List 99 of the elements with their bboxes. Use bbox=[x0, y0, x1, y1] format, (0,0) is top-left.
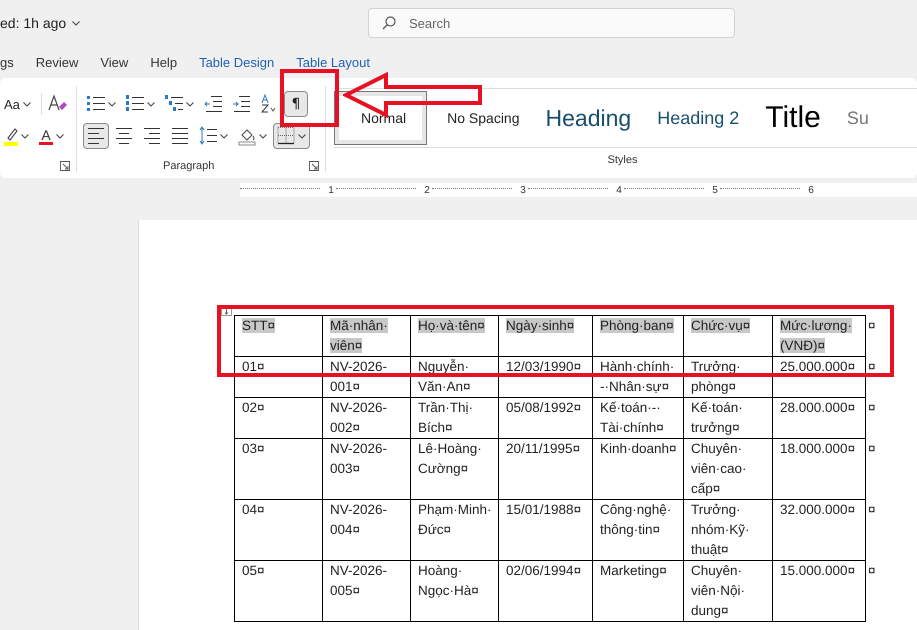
bullet-list-icon bbox=[87, 94, 105, 114]
table-cell: 18.000.000¤ bbox=[772, 438, 866, 500]
table-cell: 01¤ bbox=[234, 356, 322, 398]
column-header: Mức·lương·(VNĐ)¤ bbox=[772, 316, 866, 356]
style-item[interactable]: Title bbox=[759, 101, 827, 135]
justify-icon bbox=[171, 126, 189, 146]
ruler-number: 1 bbox=[327, 184, 335, 196]
caret-icon bbox=[186, 102, 194, 106]
table-cell: 15.000.000¤ bbox=[772, 560, 866, 622]
table-cell: NV-2026-002¤ bbox=[322, 398, 410, 438]
table-cell: Kế·toán·trưởng¤ bbox=[684, 398, 772, 438]
column-header: Phòng·ban¤ bbox=[592, 316, 684, 356]
table-cell: Lê·Hoàng·Cường¤ bbox=[410, 438, 498, 500]
table-cell: 05/08/1992¤ bbox=[498, 398, 592, 438]
table-cell: Marketing¤ bbox=[592, 560, 684, 622]
increase-indent-icon bbox=[232, 94, 250, 114]
end-of-row-mark: ¤ bbox=[866, 398, 882, 438]
ruler-number: 3 bbox=[519, 184, 527, 196]
table-cell: 20/11/1995¤ bbox=[498, 438, 592, 500]
table-cell: 04¤ bbox=[234, 500, 322, 560]
table-cell: Công·nghệ·thông·tin¤ bbox=[592, 500, 684, 560]
table-cell: Trần·Thị·Bích¤ bbox=[410, 398, 498, 438]
style-item[interactable]: Su bbox=[840, 108, 875, 128]
font-color-button[interactable]: A bbox=[35, 125, 68, 147]
style-item[interactable]: No Spacing bbox=[441, 110, 526, 126]
end-of-row-mark: ¤ bbox=[866, 560, 882, 622]
caret-icon bbox=[72, 20, 80, 26]
table-cell: Chuyên·viên·cao·cấp¤ bbox=[684, 438, 772, 500]
annotation-rectangle bbox=[280, 69, 339, 127]
ruler-number: 4 bbox=[615, 184, 623, 196]
table-cell: 02/06/1994¤ bbox=[498, 560, 592, 622]
table-cell: Chuyên·viên·Nội·dung¤ bbox=[684, 560, 772, 622]
column-header: Ngày·sinh¤ bbox=[498, 316, 592, 356]
table-cell: 28.000.000¤ bbox=[772, 398, 866, 438]
column-header: STT¤ bbox=[234, 316, 322, 356]
change-case-button[interactable]: Aa bbox=[0, 93, 35, 115]
end-of-row-mark: ¤ bbox=[866, 316, 882, 356]
align-left-button[interactable] bbox=[83, 123, 109, 149]
dialog-launcher-icon[interactable] bbox=[60, 161, 70, 171]
table-cell: Nguyễn·Văn·An¤ bbox=[410, 356, 498, 398]
group-label: Styles bbox=[608, 154, 638, 166]
end-of-row-mark: ¤ bbox=[866, 356, 882, 398]
decrease-indent-icon bbox=[204, 94, 222, 114]
table-cell: 12/03/1990¤ bbox=[498, 356, 592, 398]
style-item[interactable]: Heading 2 bbox=[651, 108, 746, 128]
table-cell: NV-2026-004¤ bbox=[322, 500, 410, 560]
table-cell: Trưởng·nhóm·Kỹ·thuật¤ bbox=[684, 500, 772, 560]
caret-icon bbox=[259, 134, 267, 138]
search-icon bbox=[382, 16, 396, 30]
line-spacing-icon bbox=[199, 126, 217, 146]
search-field[interactable]: Search bbox=[368, 8, 735, 38]
ribbon-tab[interactable]: Table Layout bbox=[296, 54, 370, 70]
ribbon-tab[interactable]: View bbox=[100, 54, 128, 70]
ribbon-tab[interactable]: Review bbox=[36, 54, 78, 70]
caret-icon bbox=[147, 102, 155, 106]
table-cell: 02¤ bbox=[234, 398, 322, 438]
caret-icon bbox=[22, 102, 31, 106]
table-cell: NV-2026-001¤ bbox=[322, 356, 410, 398]
sort-icon bbox=[260, 94, 278, 114]
multilevel-list-icon bbox=[165, 94, 183, 114]
table-cell: 05¤ bbox=[234, 560, 322, 622]
ruler-number: 6 bbox=[807, 184, 815, 196]
column-header: Họ·và·tên¤ bbox=[410, 316, 498, 356]
borders-icon bbox=[277, 126, 295, 146]
caret-icon bbox=[220, 134, 228, 138]
caret-icon bbox=[108, 102, 116, 106]
ruler-number: 2 bbox=[423, 184, 431, 196]
column-header: Chức·vụ¤ bbox=[684, 316, 772, 356]
table-cell: 25.000.000¤ bbox=[772, 356, 866, 398]
ruler-number: 5 bbox=[711, 184, 719, 196]
style-item[interactable]: Heading bbox=[540, 104, 638, 132]
table-cell: 32.000.000¤ bbox=[772, 500, 866, 560]
table-cell: Phạm·Minh·Đức¤ bbox=[410, 500, 498, 560]
column-header: Mã·nhân·viên¤ bbox=[322, 316, 410, 356]
dialog-launcher-icon[interactable] bbox=[309, 161, 319, 171]
highlighter-icon bbox=[4, 126, 18, 146]
align-left-icon bbox=[87, 126, 105, 146]
saved-status[interactable]: ed: 1h ago bbox=[0, 15, 368, 31]
group-label: Paragraph bbox=[163, 160, 214, 172]
font-color-bar bbox=[39, 142, 53, 144]
end-of-row-mark: ¤ bbox=[866, 500, 882, 560]
style-item[interactable]: Normal bbox=[334, 91, 428, 145]
ribbon-tab[interactable]: gs bbox=[0, 54, 14, 70]
table-cell: 15/01/1988¤ bbox=[498, 500, 592, 560]
numbered-list-icon bbox=[126, 94, 144, 114]
table-cell: NV-2026-005¤ bbox=[322, 560, 410, 622]
caret-icon bbox=[21, 134, 29, 138]
table-cell: NV-2026-003¤ bbox=[322, 438, 410, 500]
align-center-icon bbox=[115, 126, 133, 146]
ribbon-tab[interactable]: Table Design bbox=[199, 54, 274, 70]
caret-icon bbox=[298, 134, 306, 138]
align-right-icon bbox=[143, 126, 161, 146]
caret-icon bbox=[56, 134, 64, 138]
table-cell: Kinh·doanh¤ bbox=[592, 438, 684, 500]
table-cell: Hoàng·Ngọc·Hà¤ bbox=[410, 560, 498, 622]
show-formatting-marks-button[interactable]: ¶ bbox=[284, 91, 308, 117]
end-of-row-mark: ¤ bbox=[866, 438, 882, 500]
ribbon-tab[interactable]: Help bbox=[150, 54, 178, 70]
table-cell: 03¤ bbox=[234, 438, 322, 500]
